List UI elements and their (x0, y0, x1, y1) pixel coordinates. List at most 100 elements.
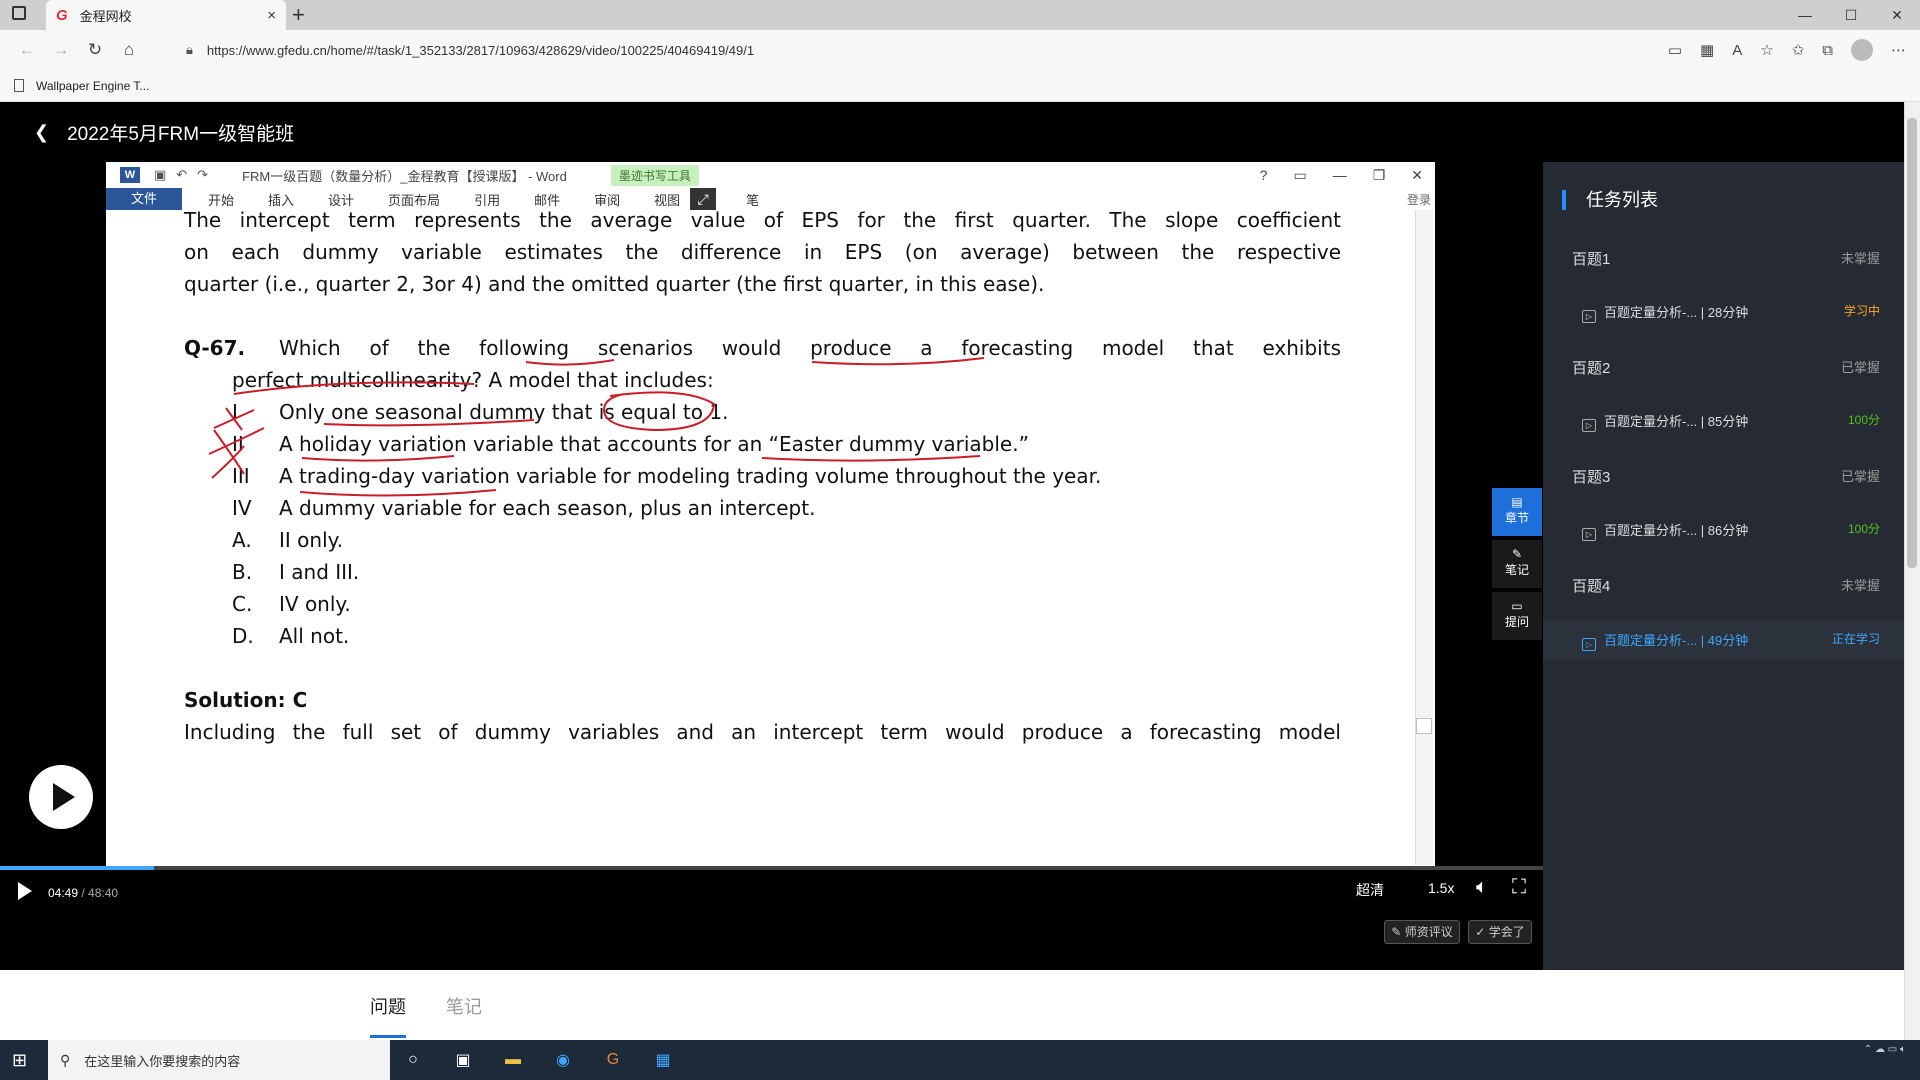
help-icon: ? (1259, 166, 1268, 183)
comment-icon: ▭ (1511, 599, 1523, 613)
video-item-status: 100分 (1847, 413, 1880, 427)
video-item-status: 100分 (1847, 522, 1880, 536)
maximize-button[interactable]: ☐ (1828, 0, 1874, 30)
video-item-title: 百题定量分析-... | 28分钟 (1604, 305, 1749, 320)
taskbar-apps: ○ ▣ ▬ ◉ G ▦ (400, 1040, 676, 1080)
new-tab-button[interactable]: + (292, 2, 305, 28)
browser-toolbar-icons: ▭ ▦ A ☆ ✩ ⧉ ⋯ (1668, 35, 1906, 65)
cortana-icon[interactable]: ○ (400, 1051, 426, 1069)
refresh-icon[interactable]: ↻ (78, 40, 112, 60)
fullscreen-pen-icon: ⤢ (690, 188, 717, 210)
bookmark-item[interactable]: Wallpaper Engine T... (36, 79, 149, 93)
favorite-star-icon[interactable]: ☆ (1760, 41, 1773, 59)
section-header[interactable]: 百题1 未掌握 (1572, 248, 1880, 272)
page-scrollbar-thumb[interactable] (1907, 118, 1917, 568)
file-explorer-icon[interactable]: ▬ (500, 1051, 526, 1069)
browser-tab-strip (0, 0, 1920, 30)
word-window-controls: ? ▭ — ❐ ✕ (1260, 167, 1435, 184)
big-play-button[interactable] (29, 765, 93, 829)
task-list-panel (1543, 162, 1904, 970)
chapter-icon: ▤ (1511, 495, 1523, 509)
underline-scenarios (525, 359, 615, 366)
video-item-title: 百题定量分析-... | 49分钟 (1604, 633, 1749, 648)
video-item-current[interactable]: ▷ 百题定量分析-... | 49分钟 正在学习 (1582, 630, 1880, 654)
ask-tool-button[interactable]: ▭ 提问 (1492, 592, 1542, 640)
photos-app-icon[interactable]: ▦ (650, 1050, 676, 1070)
close-tab-button[interactable]: × (267, 7, 276, 24)
learned-label: 学会了 (1488, 925, 1525, 939)
back-icon[interactable]: ← (10, 40, 44, 60)
word-menu-home: 开始 (208, 192, 235, 208)
back-chevron-icon[interactable]: ❮ (34, 122, 49, 143)
teacher-review-label: 师资评议 (1404, 925, 1453, 939)
circle-equal-to-1 (602, 391, 716, 432)
reader-mode-icon[interactable]: ▭ (1668, 41, 1682, 59)
section-name: 百题2 (1572, 360, 1611, 377)
collections-icon[interactable]: ⧉ (1822, 42, 1833, 59)
profile-avatar[interactable] (1851, 39, 1873, 61)
apps-icon[interactable]: ▦ (1700, 41, 1714, 59)
word-menu-review: 审阅 (594, 192, 621, 208)
tab-actions-icon[interactable] (12, 6, 26, 20)
volume-icon[interactable]: 🔈︎ (1476, 876, 1488, 899)
video-item-status: 正在学习 (1831, 632, 1880, 646)
site-favicon-icon: G (56, 6, 68, 24)
word-ribbon-tabs: 文件 开始 插入 设计 页面布局 引用 邮件 审阅 视图 ⤢ 笔 登录 (106, 188, 1435, 210)
ink-annotations (208, 357, 985, 497)
video-file-icon: ▷ (1582, 419, 1596, 432)
section-name: 百题3 (1572, 469, 1611, 486)
word-minimize-icon: — (1332, 166, 1347, 183)
taskbar-search[interactable]: ⚲ 在这里输入你要搜索的内容 (48, 1040, 390, 1080)
play-icon[interactable] (18, 882, 32, 900)
word-menu-view: 视图 (654, 192, 681, 208)
address-bar[interactable]: 🔒︎ https://www.gfedu.cn/home/#/task/1_35… (186, 35, 1606, 65)
edge-browser-icon[interactable]: ◉ (550, 1050, 576, 1070)
section-header[interactable]: 百题3 已掌握 (1572, 466, 1880, 490)
word-logo-icon: W (120, 167, 140, 183)
browser-tab[interactable]: G 金程网校 × (46, 0, 286, 30)
chapter-tool-button[interactable]: ▤ 章节 (1492, 488, 1542, 536)
more-icon[interactable]: ⋯ (1891, 41, 1906, 59)
chapter-label: 章节 (1504, 511, 1529, 525)
ask-label: 提问 (1504, 615, 1529, 629)
fullscreen-icon[interactable]: ⛶ (1512, 876, 1526, 899)
word-login: 登录 (1406, 192, 1431, 207)
learned-button[interactable]: ✓ 学会了 (1468, 920, 1532, 944)
teacher-review-button[interactable]: ✎ 师资评议 (1384, 920, 1460, 944)
section-status: 未掌握 (1840, 251, 1880, 266)
close-window-button[interactable]: ✕ (1874, 0, 1920, 30)
section-status: 未掌握 (1840, 578, 1880, 593)
word-menu-pen: 笔 (746, 192, 760, 208)
home-icon[interactable]: ⌂ (112, 40, 146, 60)
minimize-button[interactable]: — (1782, 0, 1828, 30)
favorites-icon[interactable]: ✩ (1792, 41, 1805, 59)
word-restore-icon: ❐ (1372, 166, 1386, 183)
player-controls (0, 870, 1543, 910)
video-item[interactable]: ▷ 百题定量分析-... | 85分钟 100分 (1582, 411, 1880, 435)
tab-title: 金程网校 (79, 8, 132, 24)
speed-selector[interactable]: 1.5x (1428, 880, 1454, 896)
video-item-title: 百题定量分析-... | 86分钟 (1604, 523, 1749, 538)
time-display: 04:49 / 48:40 (48, 886, 118, 900)
video-item[interactable]: ▷ 百题定量分析-... | 28分钟 学习中 (1582, 302, 1880, 326)
app-g-icon[interactable]: G (600, 1051, 626, 1069)
tab-questions[interactable]: 问题 (370, 993, 406, 1019)
section-header[interactable]: 百题2 已掌握 (1572, 357, 1880, 381)
quality-selector[interactable]: 超清 (1356, 880, 1384, 900)
system-tray: ⌃ ☁ ▭ 🔈︎ (1864, 1042, 1906, 1078)
window-controls: — ☐ ✕ (1782, 0, 1920, 30)
underline-trading-day (299, 489, 497, 497)
video-item[interactable]: ▷ 百题定量分析-... | 86分钟 100分 (1582, 520, 1880, 544)
underline-forecasting-model (811, 357, 985, 366)
underline-multicollinearity (233, 381, 475, 395)
tab-notes[interactable]: 笔记 (446, 993, 482, 1019)
underline-holiday-variation (301, 455, 455, 462)
read-aloud-icon[interactable]: A (1732, 42, 1742, 59)
task-view-icon[interactable]: ▣ (450, 1050, 476, 1070)
section-header[interactable]: 百题4 未掌握 (1572, 575, 1880, 599)
windows-start-icon[interactable]: ⊞ (12, 1050, 27, 1071)
below-video-area (0, 970, 1904, 1040)
video-file-icon: ▷ (1582, 310, 1596, 323)
notes-tool-button[interactable]: ✎ 笔记 (1492, 540, 1542, 588)
forward-icon[interactable]: → (44, 40, 78, 60)
